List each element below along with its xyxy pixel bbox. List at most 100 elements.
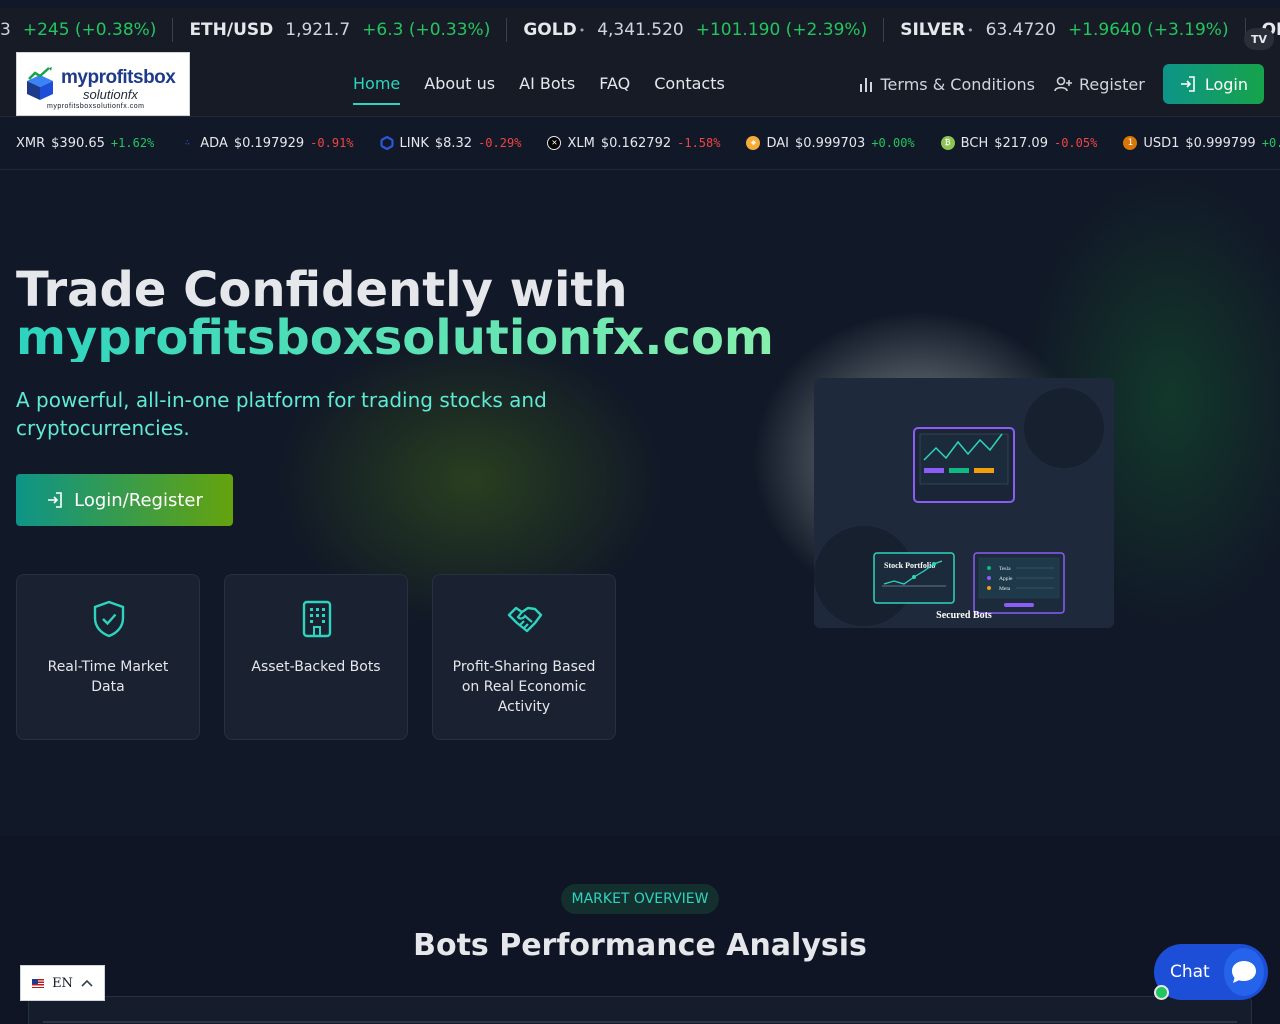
crypto-change: +0. bbox=[1261, 136, 1280, 150]
crypto-name: XMR bbox=[16, 135, 46, 151]
ticker-change: +101.190 (+2.39%) bbox=[695, 20, 868, 40]
crypto-name: DAI bbox=[766, 135, 789, 151]
ticker-change: +245 (+0.38%) bbox=[22, 20, 157, 40]
dai-icon: ◈ bbox=[746, 136, 761, 150]
feature-card: Real-Time Market Data bbox=[16, 574, 200, 740]
crypto-ticker-item[interactable]: ◈ DAI $0.999703 +0.00% bbox=[746, 135, 915, 151]
market-overview-section: MARKET OVERVIEW Bots Performance Analysi… bbox=[0, 836, 1280, 1024]
crypto-ticker-item[interactable]: XMR $390.65 +1.62% bbox=[16, 136, 154, 151]
hero-section: Trade Confidently with myprofitsboxsolut… bbox=[0, 170, 1280, 836]
crypto-price: $0.999703 bbox=[795, 135, 866, 151]
nav-faq[interactable]: FAQ bbox=[599, 74, 630, 93]
ticker-item[interactable]: SILVER • 63.4720 +1.9640 (+3.19%) bbox=[884, 18, 1246, 42]
login-register-button[interactable]: Login/Register bbox=[16, 474, 233, 526]
building-icon bbox=[302, 600, 332, 638]
crypto-price: $8.32 bbox=[434, 135, 473, 151]
ticker-change: +6.3 (+0.33%) bbox=[362, 20, 491, 40]
chart-divider bbox=[43, 1021, 1237, 1023]
tradingview-logo-icon[interactable]: TV bbox=[1244, 28, 1274, 50]
ticker-change: +1.9640 (+3.19%) bbox=[1067, 20, 1229, 40]
feature-card: Asset-Backed Bots bbox=[224, 574, 408, 740]
market-status-dot: • bbox=[578, 23, 586, 37]
main-nav: Home About us AI Bots FAQ Contacts bbox=[353, 74, 725, 105]
ticker-value: 1,921.7 bbox=[285, 20, 351, 40]
crypto-price: $0.162792 bbox=[600, 135, 672, 151]
link-icon bbox=[379, 136, 394, 150]
usd1-icon: 1 bbox=[1123, 136, 1138, 150]
login-icon bbox=[48, 492, 62, 508]
crypto-ticker-item[interactable]: ∴ ADA $0.197929 -0.91% bbox=[180, 135, 354, 151]
hero-title: Trade Confidently with myprofitsboxsolut… bbox=[16, 266, 774, 362]
register-label: Register bbox=[1078, 74, 1145, 94]
language-code: EN bbox=[52, 975, 73, 991]
hero-subtitle: A powerful, all-in-one platform for trad… bbox=[16, 388, 547, 440]
bar-chart-icon bbox=[859, 78, 872, 92]
list-item: Apple bbox=[999, 576, 1013, 582]
section-badge: MARKET OVERVIEW bbox=[561, 884, 719, 914]
crypto-price: $217.09 bbox=[994, 135, 1048, 151]
crypto-price: $0.197929 bbox=[233, 135, 305, 151]
online-status-dot bbox=[1154, 985, 1169, 1000]
us-flag-icon bbox=[32, 978, 45, 988]
chevron-up-icon bbox=[81, 979, 93, 987]
feature-text: Profit-Sharing Based on Real Economic Ac… bbox=[452, 659, 596, 715]
language-selector[interactable]: EN bbox=[20, 965, 105, 1001]
crypto-name: XLM bbox=[567, 135, 595, 151]
chat-label: Chat bbox=[1170, 962, 1210, 982]
crypto-ticker: XMR $390.65 +1.62% ∴ ADA $0.197929 -0.91… bbox=[0, 116, 1280, 170]
cta-label: Login/Register bbox=[74, 489, 203, 511]
crypto-ticker-item[interactable]: 1 USD1 $0.999799 +0. bbox=[1123, 136, 1280, 151]
register-link[interactable]: Register bbox=[1053, 75, 1145, 94]
terms-link[interactable]: Terms & Conditions bbox=[857, 75, 1035, 94]
login-label: Login bbox=[1204, 74, 1248, 94]
navbar: myprofitsbox solutionfx myprofitsboxsolu… bbox=[0, 52, 1280, 116]
feature-text: Real-Time Market Data bbox=[47, 659, 169, 695]
chat-widget-button[interactable]: Chat bbox=[1154, 944, 1268, 1000]
crypto-change: -1.58% bbox=[677, 136, 721, 150]
section-title: Bots Performance Analysis bbox=[413, 928, 867, 963]
illustration-caption: Secured Bots bbox=[936, 610, 992, 621]
crypto-change: -0.91% bbox=[310, 136, 354, 150]
ticker-item[interactable]: 3 +245 (+0.38%) bbox=[0, 18, 174, 42]
crypto-ticker-item[interactable]: LINK $8.32 -0.29% bbox=[379, 135, 521, 151]
list-item: Tesla bbox=[999, 566, 1011, 572]
list-item: Meta bbox=[999, 586, 1011, 592]
nav-ai-bots[interactable]: AI Bots bbox=[519, 74, 575, 93]
login-button[interactable]: Login bbox=[1162, 64, 1264, 104]
market-ticker: 3 +245 (+0.38%) ETH/USD 1,921.7 +6.3 (+0… bbox=[0, 8, 1280, 52]
ticker-value: 4,341.520 bbox=[597, 20, 684, 40]
login-icon bbox=[1180, 76, 1195, 92]
chat-bubble-icon bbox=[1223, 948, 1264, 996]
ticker-item[interactable]: ETH/USD 1,921.7 +6.3 (+0.33%) bbox=[173, 18, 508, 42]
performance-chart-card bbox=[28, 996, 1252, 1024]
crypto-ticker-item[interactable]: ✕ XLM $0.162792 -1.58% bbox=[547, 136, 720, 151]
crypto-price: $390.65 bbox=[51, 135, 105, 151]
nav-actions: Terms & Conditions Register Login bbox=[857, 64, 1264, 104]
ticker-item[interactable]: GOLD • 4,341.520 +101.190 (+2.39%) bbox=[507, 18, 885, 42]
logo-text-main: myprofitsbox bbox=[61, 67, 176, 88]
xlm-icon: ✕ bbox=[547, 136, 562, 150]
bch-icon: ₿ bbox=[940, 136, 955, 150]
shield-check-icon bbox=[93, 600, 125, 638]
market-status-dot: • bbox=[967, 23, 974, 37]
crypto-change: -0.05% bbox=[1053, 136, 1098, 150]
nav-home[interactable]: Home bbox=[353, 74, 401, 105]
ticker-symbol: SILVER bbox=[900, 20, 966, 40]
nav-contacts[interactable]: Contacts bbox=[654, 74, 725, 93]
terms-label: Terms & Conditions bbox=[880, 74, 1035, 94]
ada-icon: ∴ bbox=[184, 138, 190, 148]
site-logo[interactable]: myprofitsbox solutionfx myprofitsboxsolu… bbox=[16, 52, 190, 116]
hero-title-brand: myprofitsboxsolutionfx.com bbox=[16, 310, 774, 366]
crypto-price: $0.999799 bbox=[1185, 135, 1256, 151]
feature-text: Asset-Backed Bots bbox=[251, 659, 381, 675]
crypto-ticker-item[interactable]: ₿ BCH $217.09 -0.05% bbox=[940, 135, 1098, 151]
logo-text-sub: solutionfx bbox=[83, 87, 138, 102]
crypto-name: USD1 bbox=[1143, 135, 1180, 151]
feature-card: Profit-Sharing Based on Real Economic Ac… bbox=[432, 574, 616, 740]
crypto-name: BCH bbox=[960, 135, 989, 151]
ticker-symbol: ETH/USD bbox=[189, 20, 274, 40]
crypto-name: ADA bbox=[200, 135, 228, 151]
nav-about[interactable]: About us bbox=[424, 74, 495, 93]
crypto-change: +0.00% bbox=[871, 136, 915, 150]
ticker-symbol: GOLD bbox=[523, 20, 577, 40]
